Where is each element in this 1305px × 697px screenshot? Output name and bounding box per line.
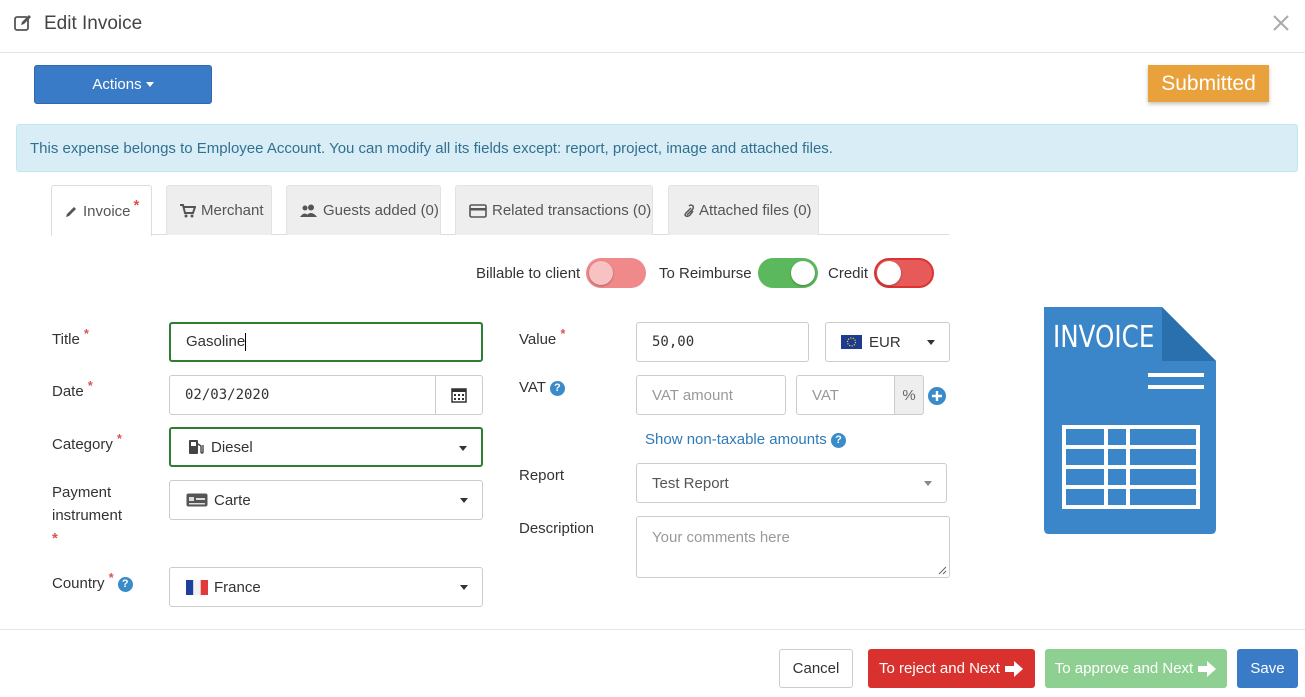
status-badge: Submitted [1148, 65, 1269, 102]
description-textarea[interactable]: Your comments here [636, 516, 950, 578]
save-button[interactable]: Save [1237, 649, 1298, 688]
tab-guests[interactable]: Guests added (0) [286, 185, 441, 235]
credit-switch[interactable] [874, 258, 935, 288]
description-label: Description [519, 520, 595, 537]
billable-switch[interactable] [586, 258, 647, 288]
caret-down-icon [460, 498, 468, 503]
caret-down-icon [460, 585, 468, 590]
payment-instrument-label: Payment instrument * [52, 484, 123, 547]
france-flag-icon [186, 579, 208, 595]
category-label: Category * [52, 432, 122, 453]
cart-icon [180, 203, 196, 217]
tab-attached-files-label: Attached files (0) [699, 202, 812, 219]
reimburse-switch[interactable] [757, 258, 818, 288]
tab-related-transactions-label: Related transactions (0) [492, 202, 652, 219]
report-select[interactable]: Test Report [636, 463, 947, 503]
country-select[interactable]: France [169, 567, 483, 607]
payment-instrument-select[interactable]: Carte [169, 480, 483, 520]
tab-invoice-label: Invoice [83, 202, 131, 220]
country-label: Country * ? [52, 567, 133, 595]
required-mark: * [133, 196, 140, 214]
reject-and-next-button[interactable]: To reject and Next [868, 649, 1035, 688]
tab-merchant-label: Merchant [201, 202, 264, 219]
credit-card-icon [469, 203, 487, 218]
invoice-graphic-text: INVOICE [1053, 320, 1155, 355]
caret-down-icon [459, 446, 467, 451]
help-icon[interactable]: ? [549, 380, 565, 396]
eu-flag-icon [841, 335, 862, 349]
title-input[interactable]: Gasoline [169, 322, 483, 362]
billable-label: Billable to client [476, 264, 581, 282]
credit-label: Credit [828, 264, 869, 282]
tab-merchant[interactable]: Merchant [166, 185, 272, 235]
percent-addon: % [894, 375, 924, 415]
value-amount-input[interactable]: 50,00 [636, 322, 809, 362]
users-icon [300, 204, 317, 217]
reimburse-toggle-group: To Reimburse [659, 258, 818, 288]
caret-down-icon [145, 82, 154, 87]
fuel-pump-icon [189, 440, 204, 454]
help-icon[interactable]: ? [117, 576, 133, 592]
report-label: Report [519, 467, 565, 484]
reimburse-label: To Reimburse [659, 264, 752, 282]
vat-rate-input[interactable]: VAT [796, 375, 895, 415]
modal-title: Edit Invoice [44, 13, 143, 34]
info-alert: This expense belongs to Employee Account… [16, 124, 1298, 172]
value-label: Value * [519, 327, 566, 348]
arrow-right-icon [1198, 660, 1217, 677]
arrow-right-icon [1004, 660, 1023, 677]
actions-button[interactable]: Actions [34, 65, 212, 104]
tab-bar: Invoice * Merchant Guests added (0) Rela… [51, 185, 949, 236]
actions-label: Actions [92, 76, 142, 93]
modal-header: Edit Invoice [0, 0, 1305, 53]
help-icon[interactable]: ? [830, 432, 846, 448]
date-label: Date * [52, 379, 93, 400]
calendar-icon [451, 388, 467, 403]
date-input[interactable]: 02/03/2020 [169, 375, 436, 415]
currency-select[interactable]: EUR [825, 322, 950, 362]
credit-toggle-group: Credit [828, 258, 935, 288]
vat-label: VAT ? [519, 376, 565, 399]
tab-related-transactions[interactable]: Related transactions (0) [455, 185, 653, 235]
paperclip-icon [684, 203, 694, 217]
title-label: Title * [52, 327, 89, 348]
tab-guests-label: Guests added (0) [323, 202, 439, 219]
tab-invoice[interactable]: Invoice * [51, 185, 152, 236]
close-icon[interactable] [1268, 10, 1294, 36]
edit-icon [14, 15, 31, 31]
card-icon [186, 493, 208, 507]
billable-toggle-group: Billable to client [476, 258, 647, 288]
category-select[interactable]: Diesel [169, 427, 483, 467]
calendar-button[interactable] [435, 375, 483, 415]
add-circle-icon[interactable] [928, 387, 946, 405]
pencil-icon [66, 206, 76, 217]
caret-down-icon [927, 340, 935, 345]
caret-down-icon [924, 481, 932, 486]
resize-handle-icon[interactable] [937, 565, 947, 575]
approve-and-next-button[interactable]: To approve and Next [1045, 649, 1227, 688]
vat-amount-input[interactable]: VAT amount [636, 375, 786, 415]
tab-attached-files[interactable]: Attached files (0) [668, 185, 819, 235]
show-non-taxable-link[interactable]: Show non-taxable amounts ? [645, 431, 846, 448]
cancel-button[interactable]: Cancel [779, 649, 853, 688]
